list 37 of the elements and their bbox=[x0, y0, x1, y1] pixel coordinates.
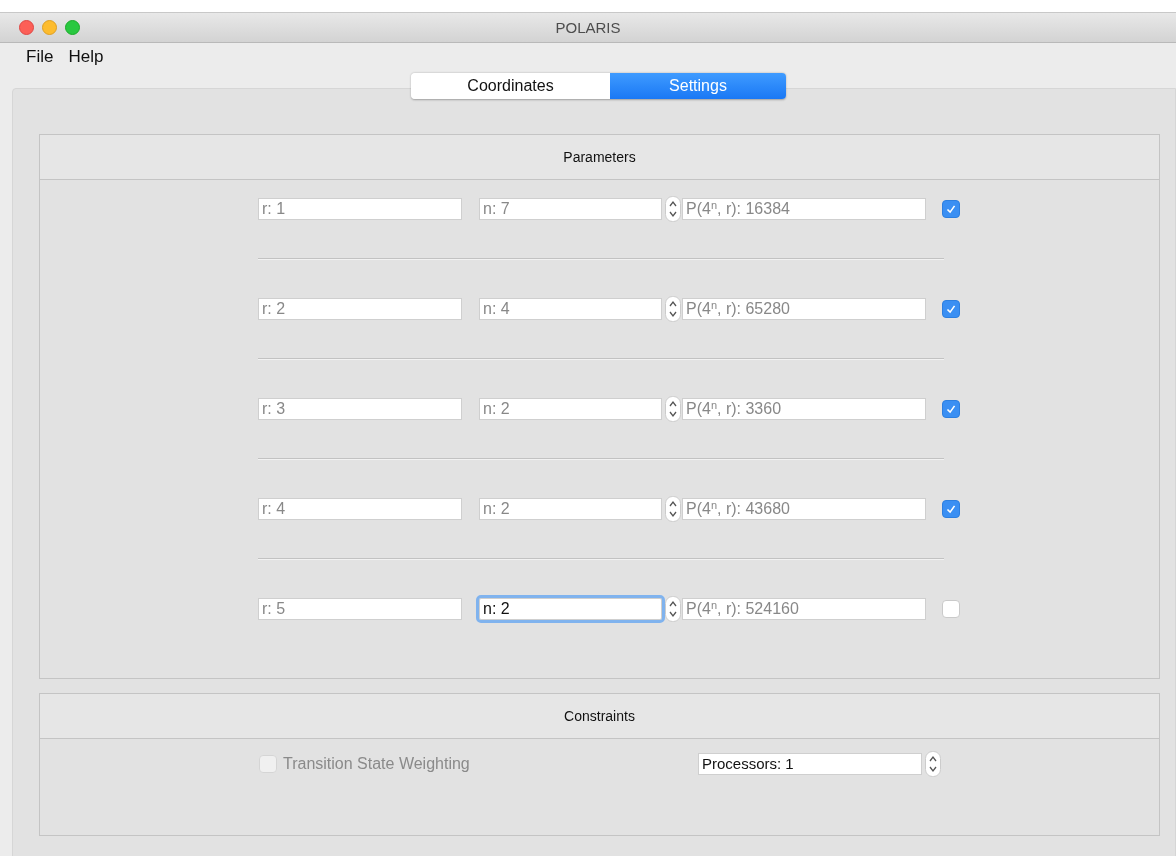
stepper-icon[interactable] bbox=[665, 296, 681, 322]
checkbox[interactable] bbox=[942, 600, 960, 618]
close-button[interactable] bbox=[19, 20, 34, 35]
input-field[interactable]: n: 2 bbox=[479, 598, 662, 620]
group-title: Constraints bbox=[564, 708, 635, 724]
checkbox-label: Transition State Weighting bbox=[283, 755, 470, 773]
input-field[interactable]: r: 1 bbox=[258, 198, 462, 220]
checkbox[interactable] bbox=[942, 500, 960, 518]
input-field[interactable]: n: 4 bbox=[479, 298, 662, 320]
tab[interactable]: Coordinates bbox=[411, 73, 610, 99]
checkbox[interactable] bbox=[942, 300, 960, 318]
input-field[interactable]: P(4$^{n}$, r): 16384 bbox=[682, 198, 926, 220]
menu-item[interactable]: File bbox=[26, 47, 54, 67]
tab[interactable]: Settings bbox=[610, 73, 786, 99]
stepper-icon[interactable] bbox=[665, 496, 681, 522]
input-field[interactable]: P(4$^{n}$, r): 524160 bbox=[682, 598, 926, 620]
input-field[interactable]: n: 2 bbox=[479, 498, 662, 520]
group-title: Parameters bbox=[563, 149, 636, 165]
checkbox[interactable] bbox=[942, 400, 960, 418]
input-field[interactable]: r: 5 bbox=[258, 598, 462, 620]
window-title: POLARIS bbox=[555, 19, 621, 36]
input-field[interactable]: n: 2 bbox=[479, 398, 662, 420]
input-field[interactable]: r: 3 bbox=[258, 398, 462, 420]
stepper-icon[interactable] bbox=[665, 196, 681, 222]
menu-item[interactable]: Help bbox=[68, 47, 104, 67]
zoom-button[interactable] bbox=[65, 20, 80, 35]
input-field[interactable]: P(4$^{n}$, r): 43680 bbox=[682, 498, 926, 520]
input-field[interactable]: n: 7 bbox=[479, 198, 662, 220]
stepper-icon[interactable] bbox=[925, 751, 941, 777]
input-field[interactable]: P(4$^{n}$, r): 3360 bbox=[682, 398, 926, 420]
checkbox[interactable] bbox=[942, 200, 960, 218]
stepper-icon[interactable] bbox=[665, 396, 681, 422]
input-field[interactable]: Processors: 1 bbox=[698, 753, 922, 775]
input-field[interactable]: r: 4 bbox=[258, 498, 462, 520]
input-field[interactable]: P(4$^{n}$, r): 65280 bbox=[682, 298, 926, 320]
stepper-icon[interactable] bbox=[665, 596, 681, 622]
input-field[interactable]: r: 2 bbox=[258, 298, 462, 320]
